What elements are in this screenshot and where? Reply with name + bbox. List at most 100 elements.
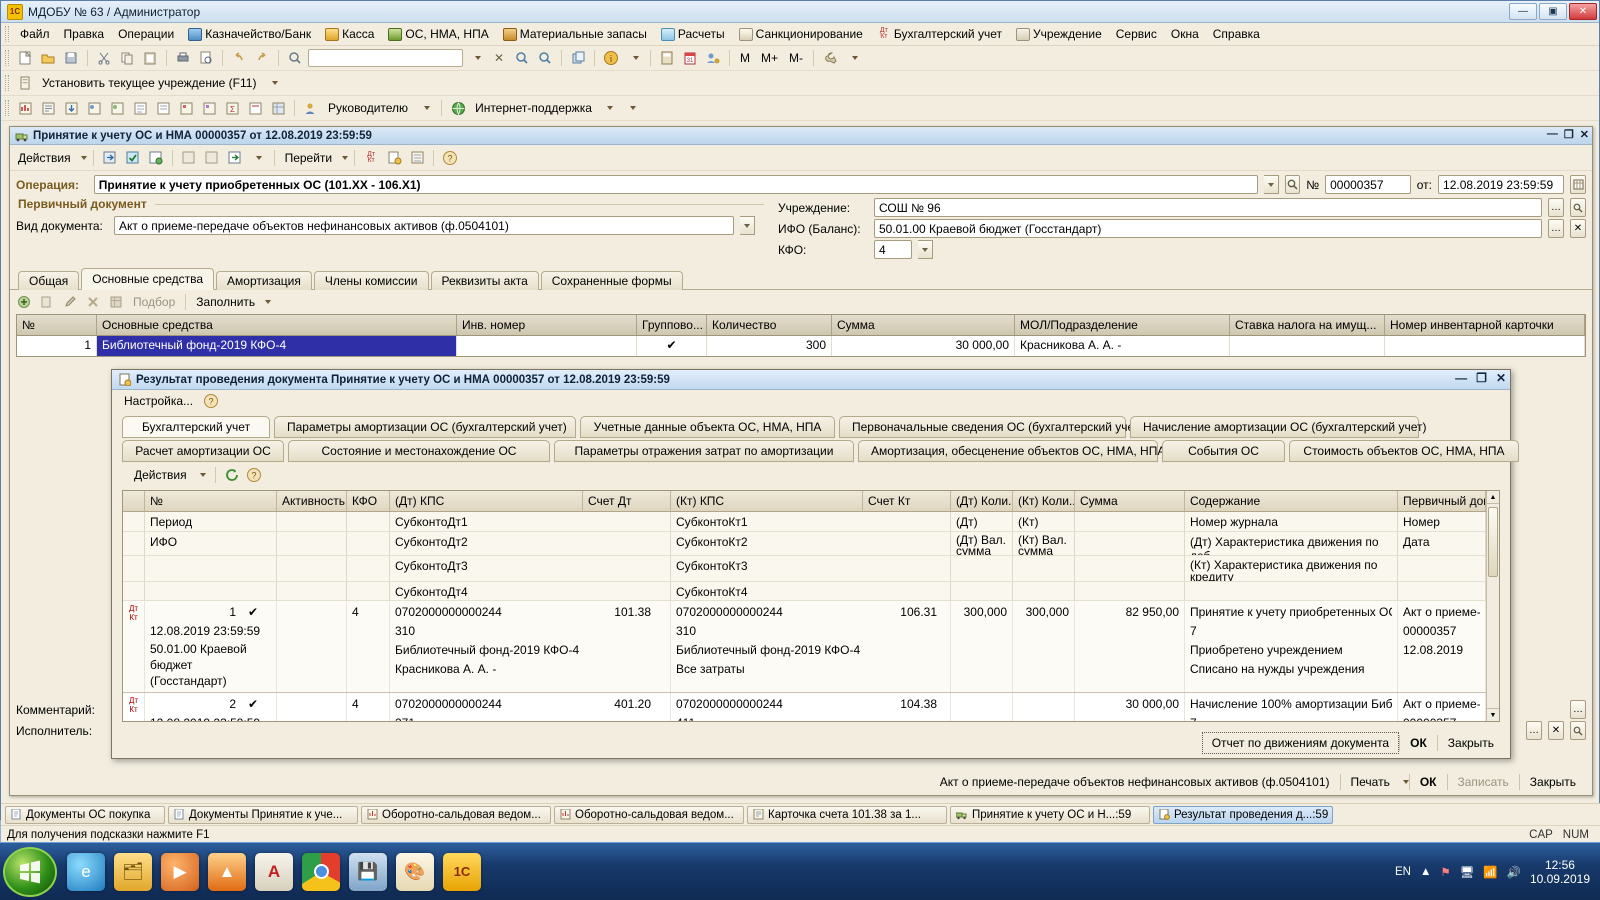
result-minimize-button[interactable]: — — [1455, 371, 1467, 385]
operation-dropdown-icon[interactable] — [1264, 175, 1279, 194]
movements-actions-button[interactable]: Действия — [130, 468, 191, 482]
menu-accounting[interactable]: Дт Кт Бухгалтерский учет — [871, 25, 1008, 43]
journal-order-icon[interactable] — [130, 98, 150, 118]
ifo-ellipsis-button[interactable]: … — [1548, 219, 1564, 238]
menubar-grip[interactable] — [5, 26, 9, 42]
movement-entry-row[interactable]: Дт Кт 1 ✔ 12.08.2019 23:59:59 50.01.00 Кра… — [123, 601, 1486, 693]
calendar-icon[interactable]: 31 — [680, 48, 700, 68]
cell-group-checkbox[interactable]: ✔ — [637, 336, 707, 356]
paste-icon[interactable] — [140, 48, 160, 68]
institution-dropdown-icon[interactable] — [263, 73, 283, 93]
institution-icon[interactable] — [15, 73, 35, 93]
register-tab-depreciation-params[interactable]: Параметры амортизации ОС (бухгалтерский … — [274, 416, 576, 438]
taskbar-item-turnover-balance-1[interactable]: Оборотно-сальдовая ведом... — [361, 805, 551, 824]
document-movements-report-button[interactable]: Отчет по движениям документа — [1201, 732, 1400, 754]
1c-icon[interactable]: 1C — [443, 852, 481, 891]
movements-help-icon[interactable]: ? — [246, 467, 262, 483]
menu-sanctioning[interactable]: Санкционирование — [733, 25, 869, 43]
menu-institution[interactable]: Учреждение — [1010, 25, 1108, 43]
search-dropdown-icon[interactable] — [466, 48, 486, 68]
taskbar-item-account-card[interactable]: Карточка счета 101.38 за 1... — [747, 805, 947, 824]
table-row[interactable]: 1 Библиотечный фонд-2019 КФО-4 ✔ 300 30 … — [17, 336, 1585, 356]
register-tab-depreciation-accrual[interactable]: Начисление амортизации ОС (бухгалтерский… — [1130, 416, 1427, 438]
subconto-analysis-icon[interactable] — [84, 98, 104, 118]
print-preview-icon[interactable] — [196, 48, 216, 68]
doc-type-dropdown-icon[interactable] — [740, 216, 755, 235]
posting-report-icon[interactable] — [245, 98, 265, 118]
close-button[interactable]: ✕ — [1569, 3, 1597, 20]
refresh-icon[interactable] — [225, 468, 240, 483]
mv-col-dt-account[interactable]: Счет Дт — [583, 491, 671, 511]
calculator-icon[interactable] — [657, 48, 677, 68]
print-icon[interactable] — [173, 48, 193, 68]
institution-input[interactable]: СОШ № 96 — [874, 198, 1542, 217]
turnover-balance-report-icon[interactable] — [15, 98, 35, 118]
account-analysis-icon[interactable] — [61, 98, 81, 118]
tray-volume-icon[interactable]: 🔊 — [1507, 865, 1521, 879]
movements-grid[interactable]: № Активность КФО (Дт) КПС Счет Дт (Кт) К… — [122, 490, 1500, 722]
mv-col-dt-kps[interactable]: (Дт) КПС — [390, 491, 583, 511]
taskbar-item-documents-os-purchase[interactable]: Документы ОС покупка — [5, 805, 165, 824]
redo-icon[interactable] — [252, 48, 272, 68]
clear-search-icon[interactable]: ✕ — [489, 48, 509, 68]
document-close-button[interactable]: ✕ — [1580, 128, 1589, 141]
column-header-tax-rate[interactable]: Ставка налога на имущ... — [1230, 315, 1385, 335]
register-tab-state-location[interactable]: Состояние и местонахождение ОС — [288, 440, 550, 462]
menu-treasury-bank[interactable]: Казначейство/Банк — [182, 25, 317, 43]
cell-sum[interactable]: 30 000,00 — [832, 336, 1015, 356]
tray-monitor-icon[interactable]: 🖥 — [1460, 865, 1475, 879]
memory-button-m[interactable]: M — [736, 51, 754, 65]
column-header-inventory[interactable]: Инв. номер — [457, 315, 637, 335]
set-current-institution-button[interactable]: Установить текущее учреждение (F11) — [38, 76, 260, 90]
column-header-quantity[interactable]: Количество — [707, 315, 832, 335]
tools-wrench-icon[interactable] — [820, 48, 840, 68]
kfo-dropdown-icon[interactable] — [918, 240, 933, 259]
result-close-button-footer[interactable]: Закрыть — [1438, 732, 1504, 754]
result-help-icon[interactable]: ? — [203, 393, 219, 409]
executor-ellipsis-button[interactable]: … — [1526, 721, 1542, 740]
document-restore-button[interactable]: ❐ — [1564, 128, 1574, 141]
cell-quantity[interactable]: 300 — [707, 336, 832, 356]
comment-ellipsis-button[interactable]: … — [1570, 700, 1586, 719]
info-icon[interactable]: i — [601, 48, 621, 68]
internet-support-icon[interactable] — [448, 98, 468, 118]
print-button[interactable]: Печать — [1341, 771, 1400, 793]
document-date-input[interactable]: 12.08.2019 23:59:59 — [1438, 175, 1565, 194]
mv-col-kt-qty[interactable]: (Кт) Коли... — [1013, 491, 1075, 511]
menu-file[interactable]: Файл — [14, 25, 56, 43]
acrobat-icon[interactable]: A — [255, 852, 293, 891]
column-header-sum[interactable]: Сумма — [832, 315, 1015, 335]
memory-button-m-minus[interactable]: M- — [785, 51, 807, 65]
doc-type-input[interactable]: Акт о приеме-передаче объектов нефинансо… — [114, 216, 734, 235]
tab-chleny-komissii[interactable]: Члены комиссии — [313, 271, 429, 290]
scroll-down-icon[interactable]: ▼ — [1487, 708, 1499, 721]
account-turnover-icon[interactable] — [199, 98, 219, 118]
copy-icon[interactable] — [117, 48, 137, 68]
register-tab-initial-info[interactable]: Первоначальные сведения ОС (бухгалтерски… — [839, 416, 1143, 438]
open-folder-icon[interactable] — [38, 48, 58, 68]
scrollbar-thumb[interactable] — [1488, 507, 1498, 577]
tray-network-icon[interactable]: 📶 — [1483, 865, 1497, 879]
chrome-icon[interactable] — [302, 852, 340, 891]
help-icon[interactable]: ? — [440, 148, 460, 168]
search-icon[interactable] — [285, 48, 305, 68]
fill-grid-icon[interactable] — [106, 292, 126, 312]
institution-search-icon[interactable] — [1570, 198, 1586, 217]
post-and-keep-open-icon[interactable] — [146, 148, 166, 168]
taskbar-item-documents-acceptance[interactable]: Документы Принятие к уче... — [168, 805, 358, 824]
register-tab-accounting[interactable]: Бухгалтерский учет — [122, 416, 270, 438]
mv-col-number[interactable]: № — [145, 491, 277, 511]
tab-osnovnye-sredstva[interactable]: Основные средства — [81, 268, 215, 290]
institution-ellipsis-button[interactable]: … — [1548, 198, 1564, 217]
goto-menu-button[interactable]: Перейти — [281, 151, 337, 165]
tab-sohranennye-formy[interactable]: Сохраненные формы — [540, 271, 683, 290]
save-and-close-icon[interactable] — [100, 148, 120, 168]
manager-icon[interactable] — [301, 98, 321, 118]
move-document-icon[interactable] — [225, 148, 245, 168]
menu-settlements[interactable]: Расчеты — [655, 25, 731, 43]
document-number-input[interactable]: 00000357 — [1325, 175, 1411, 194]
pivot-table-icon[interactable] — [268, 98, 288, 118]
ie-icon[interactable]: e — [67, 852, 105, 891]
vlc-icon[interactable]: ▲ — [208, 852, 246, 891]
mv-col-content[interactable]: Содержание — [1185, 491, 1398, 511]
